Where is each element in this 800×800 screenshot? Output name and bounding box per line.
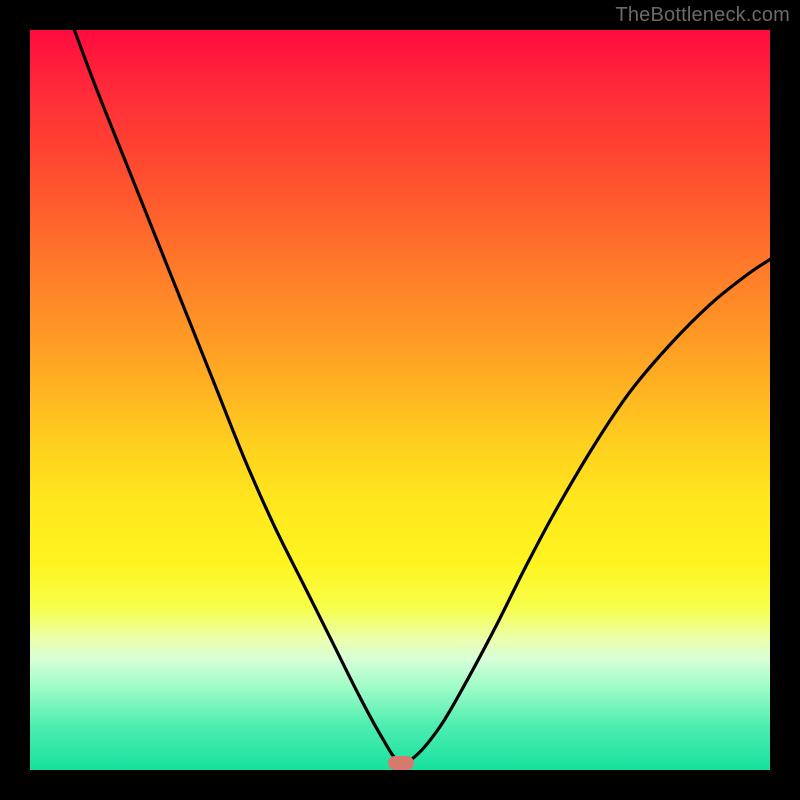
bottleneck-curve: [30, 30, 770, 770]
chart-frame: TheBottleneck.com: [0, 0, 800, 800]
plot-area: [30, 30, 770, 770]
watermark-text: TheBottleneck.com: [615, 4, 790, 27]
minimum-marker: [388, 756, 414, 770]
